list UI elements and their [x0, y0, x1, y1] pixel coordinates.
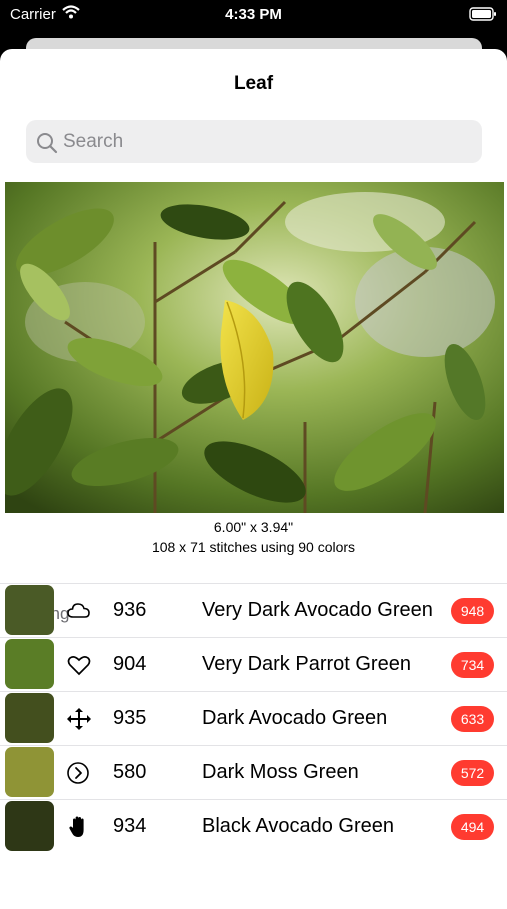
stitch-count-badge: 494 [451, 814, 494, 840]
color-row[interactable]: 935 Dark Avocado Green 633 [0, 691, 507, 745]
color-row[interactable]: 580 Dark Moss Green 572 [0, 745, 507, 799]
stitch-info: 108 x 71 stitches using 90 colors [151, 539, 356, 555]
search-icon [36, 132, 58, 159]
battery-icon [469, 7, 497, 25]
color-code: 936 [113, 599, 147, 621]
color-row[interactable]: 934 Black Avocado Green 494 [0, 799, 507, 853]
hand-icon [66, 815, 92, 839]
status-bar: Carrier 4:33 PM [0, 0, 507, 30]
color-name: Black Avocado Green [202, 815, 394, 837]
color-code: 904 [113, 653, 147, 675]
color-swatch [5, 801, 54, 851]
search-placeholder: Search [63, 131, 124, 152]
heart-icon [66, 653, 92, 677]
color-swatch [5, 693, 54, 743]
stitch-count-badge: 734 [451, 652, 494, 678]
cloud-icon [66, 599, 92, 623]
color-code: 580 [113, 761, 147, 783]
color-row[interactable]: 936 Very Dark Avocado Green 948 [0, 583, 507, 637]
chevron-right-circle-icon [66, 761, 92, 785]
stitch-count-badge: 572 [451, 760, 494, 786]
color-code: 935 [113, 707, 147, 729]
color-swatch [5, 639, 54, 689]
search-input[interactable]: Search [26, 120, 482, 163]
color-name: Dark Moss Green [202, 761, 359, 783]
pattern-dimensions: 6.00" x 3.94" [213, 519, 294, 535]
color-name: Very Dark Avocado Green [202, 599, 433, 621]
move-arrows-icon [66, 707, 92, 731]
color-name: Dark Avocado Green [202, 707, 388, 729]
color-swatch [5, 747, 54, 797]
color-code: 934 [113, 815, 147, 837]
leaf-photo [5, 182, 504, 513]
status-time: 4:33 PM [225, 6, 282, 23]
color-list: 936 Very Dark Avocado Green 948 904 Very… [0, 583, 507, 853]
color-name: Very Dark Parrot Green [202, 653, 411, 675]
sheet-title: Leaf [233, 73, 274, 94]
color-row[interactable]: 904 Very Dark Parrot Green 734 [0, 637, 507, 691]
color-swatch [5, 585, 54, 635]
stitch-count-badge: 948 [451, 598, 494, 624]
stitch-count-badge: 633 [451, 706, 494, 732]
